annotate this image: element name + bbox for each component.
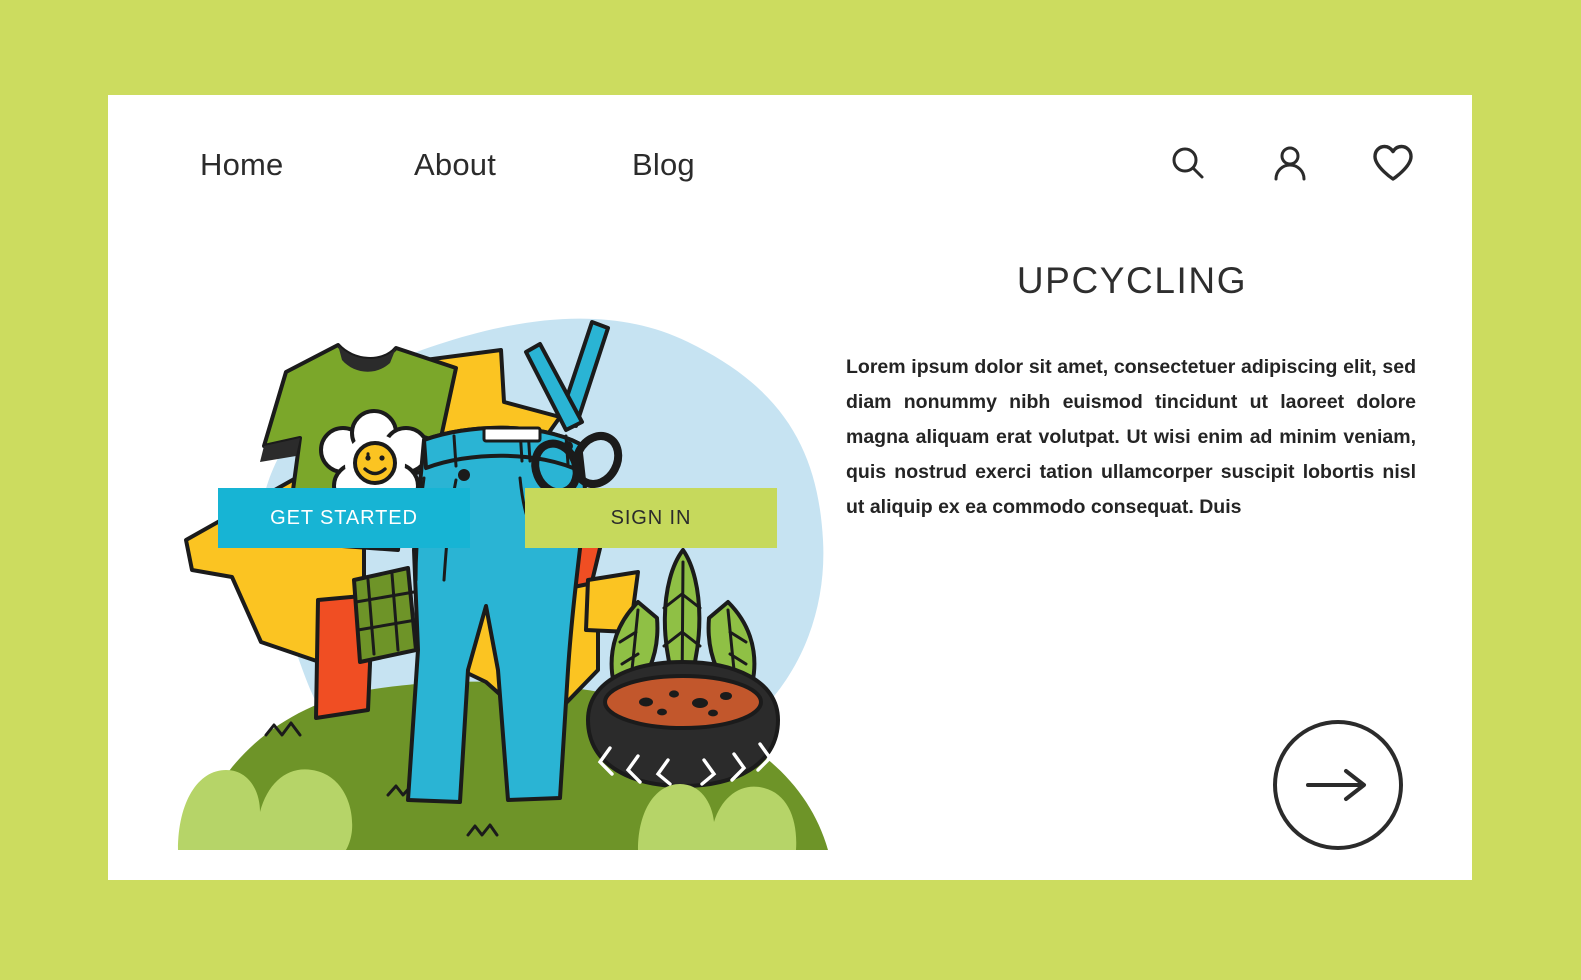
jeans-patch (352, 566, 418, 664)
hero-paragraph: Lorem ipsum dolor sit amet, consectetuer… (846, 356, 1416, 518)
page-root: Home About Blog UPCYCLING Lorem ipsum do… (0, 0, 1581, 980)
next-slide-button[interactable] (1273, 720, 1403, 850)
hero-content: UPCYCLING Lorem ipsum dolor sit amet, co… (842, 260, 1422, 525)
sign-in-button[interactable]: SIGN IN (525, 488, 777, 548)
get-started-button[interactable]: GET STARTED (218, 488, 470, 548)
upcycling-illustration: .ol { stroke:#1b1b1b; stroke-width:4; st… (168, 250, 868, 870)
nav-icons (1168, 143, 1414, 183)
page-title: UPCYCLING (1016, 260, 1248, 301)
top-navigation: Home About Blog (108, 95, 1472, 265)
nav-link-blog[interactable]: Blog (632, 147, 695, 183)
search-icon[interactable] (1168, 143, 1208, 183)
nav-links: Home About Blog (200, 147, 695, 183)
hero-buttons: GET STARTED SIGN IN (218, 488, 777, 548)
heart-icon[interactable] (1372, 143, 1414, 183)
arrow-right-icon (1302, 765, 1374, 805)
nav-link-about[interactable]: About (414, 147, 632, 183)
user-icon[interactable] (1270, 143, 1310, 183)
nav-link-home[interactable]: Home (200, 147, 414, 183)
hero-card: Home About Blog UPCYCLING Lorem ipsum do… (108, 95, 1472, 880)
